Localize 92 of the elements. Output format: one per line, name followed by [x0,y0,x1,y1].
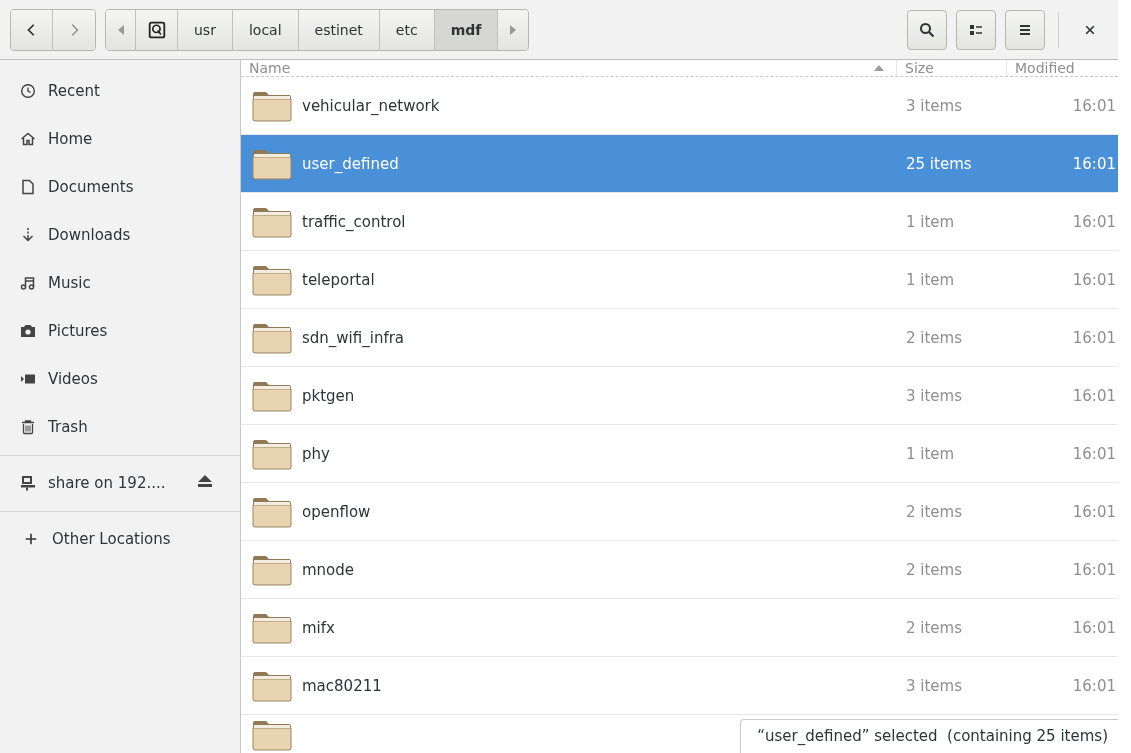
plus-icon [24,532,38,546]
file-row[interactable]: mac80211 3 items 16:01 [241,657,1118,715]
document-icon [20,179,36,195]
modified-time: 16:01 [1071,154,1117,173]
download-icon [20,227,36,243]
item-count: 2 items [905,560,963,579]
modified-time: 16:01 [1071,560,1117,579]
triangle-right-icon [509,23,518,36]
sidebar-item[interactable]: Home [0,115,240,163]
folder-icon [252,263,292,296]
clock-icon [20,83,36,99]
status-overlay: “user_defined” selected (containing 25 items) [740,719,1118,753]
triangle-left-icon [116,23,125,36]
camera-icon [20,323,36,339]
file-row[interactable]: traffic_control 1 item 16:01 [241,193,1118,251]
menu-button[interactable] [1005,9,1045,50]
network-computer-icon [20,475,36,491]
file-name: traffic_control [302,212,406,231]
file-row[interactable]: mnode 2 items 16:01 [241,541,1118,599]
file-name: vehicular_network [302,96,440,115]
item-count: 3 items [905,96,963,115]
music-note-icon [20,275,36,291]
search-icon [919,21,935,38]
modified-time: 16:01 [1071,96,1117,115]
file-row[interactable]: mifx 2 items 16:01 [241,599,1118,657]
file-row[interactable]: teleportal 1 item 16:01 [241,251,1118,309]
folder-icon [252,147,292,180]
back-button[interactable] [11,9,53,50]
file-name: mifx [302,618,335,637]
sidebar-item[interactable]: Pictures [0,307,240,355]
forward-button[interactable] [53,9,95,50]
sidebar-item[interactable]: share on 192.... [0,459,240,507]
modified-time: 16:01 [1071,328,1117,347]
sidebar-item[interactable]: Other Locations [0,515,240,563]
sidebar-item[interactable]: Recent [0,67,240,115]
sidebar-item[interactable]: Downloads [0,211,240,259]
folder-icon [252,379,292,412]
path-segment[interactable]: local [232,9,299,50]
sidebar-item[interactable]: Videos [0,355,240,403]
eject-icon [195,474,214,488]
file-row[interactable]: sdn_wifi_infra 2 items 16:01 [241,309,1118,367]
file-name: sdn_wifi_infra [302,328,405,347]
file-name: mnode [302,560,355,579]
item-count: 1 item [905,212,956,231]
view-toggle-button[interactable] [956,9,996,50]
item-count: 1 item [905,444,956,463]
modified-time: 16:01 [1071,444,1117,463]
modified-time: 16:01 [1071,676,1117,695]
item-count: 3 items [905,676,963,695]
trash-icon [20,419,36,435]
close-icon [1084,23,1096,36]
search-button[interactable] [907,9,947,50]
modified-time: 16:01 [1071,212,1117,231]
folder-icon [252,205,292,238]
folder-icon [252,89,292,122]
modified-time: 16:01 [1071,386,1117,405]
folder-icon [252,321,292,354]
folder-icon [252,437,292,470]
file-name: phy [302,444,330,463]
path-segment[interactable]: usr [178,9,233,50]
folder-icon [252,553,292,586]
item-count: 3 items [905,386,963,405]
scroll-right-button[interactable] [498,9,529,50]
item-count: 2 items [905,502,963,521]
modified-time: 16:01 [1071,502,1117,521]
file-name: user_defined [302,154,399,173]
path-segment[interactable]: mdf [434,9,499,50]
folder-icon [252,669,292,702]
item-count: 1 item [905,270,956,289]
folder-icon [252,611,292,644]
sidebar-item[interactable]: Music [0,259,240,307]
folder-icon [252,719,292,751]
path-root-button[interactable] [136,9,178,50]
sidebar-item[interactable]: Documents [0,163,240,211]
file-name: openflow [302,502,371,521]
file-name: teleportal [302,270,375,289]
sort-ascending-icon [874,65,884,71]
path-segment[interactable]: etc [379,9,435,50]
home-icon [20,131,36,147]
modified-time: 16:01 [1071,270,1117,289]
file-row[interactable]: phy 1 item 16:01 [241,425,1118,483]
path-segment[interactable]: estinet [298,9,380,50]
file-row[interactable]: pktgen 3 items 16:01 [241,367,1118,425]
folder-icon [252,495,292,528]
modified-time: 16:01 [1071,618,1117,637]
file-name: mac80211 [302,676,382,695]
item-count: 25 items [905,154,973,173]
sidebar-item[interactable]: Trash [0,403,240,451]
item-count: 2 items [905,618,963,637]
file-name: pktgen [302,386,355,405]
file-row[interactable]: openflow 2 items 16:01 [241,483,1118,541]
item-count: 2 items [905,328,963,347]
